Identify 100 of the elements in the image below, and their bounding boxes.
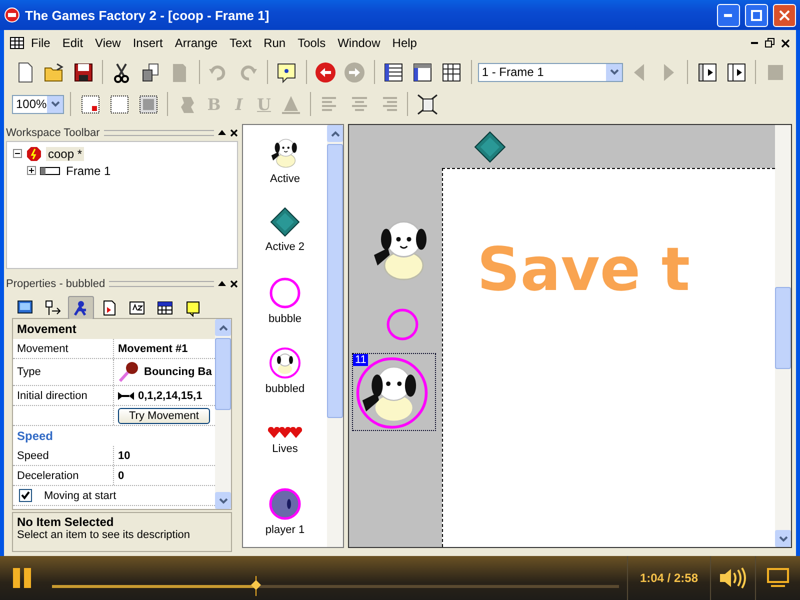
close-icon[interactable] bbox=[230, 280, 238, 288]
playback-time: 1:04 / 2:58 bbox=[626, 556, 710, 600]
scroll-down-button[interactable] bbox=[775, 530, 791, 547]
pause-icon bbox=[12, 567, 32, 589]
menu-item[interactable]: File bbox=[26, 34, 56, 52]
minus-icon bbox=[14, 150, 21, 157]
note-icon bbox=[184, 299, 202, 317]
maximize-icon bbox=[751, 10, 762, 20]
run-application-icon bbox=[724, 60, 748, 84]
object-label[interactable]: player 1 bbox=[265, 524, 305, 536]
hearts-icon bbox=[268, 427, 302, 440]
grid-menu-icon bbox=[10, 37, 24, 49]
diamond-icon bbox=[270, 207, 300, 238]
description-title: No Item Selected bbox=[17, 515, 115, 529]
timeline-handle[interactable] bbox=[250, 576, 262, 596]
minimize-icon[interactable] bbox=[751, 42, 759, 44]
property-label: Movement bbox=[13, 339, 114, 358]
collapse-up-icon[interactable] bbox=[218, 281, 226, 286]
screen-icon bbox=[767, 568, 789, 588]
panel-title: Workspace Toolbar bbox=[6, 126, 100, 138]
grid-view-icon bbox=[440, 60, 464, 84]
scrollbar-thumb[interactable] bbox=[327, 144, 343, 418]
frame-text: Save t bbox=[477, 235, 690, 305]
diamond-icon bbox=[474, 131, 506, 163]
property-label: Speed bbox=[13, 446, 114, 465]
app-logo-icon bbox=[4, 7, 20, 23]
property-label: Type bbox=[13, 359, 114, 385]
ring-icon bbox=[268, 276, 301, 309]
object-label[interactable]: bubble bbox=[268, 312, 302, 325]
menu-item[interactable]: Help bbox=[387, 34, 422, 52]
property-label: Initial direction bbox=[13, 386, 114, 405]
caret-up-icon bbox=[330, 130, 340, 136]
tree-item[interactable]: coop * bbox=[46, 146, 84, 160]
caret-icon bbox=[50, 101, 60, 107]
property-value[interactable]: Movement #1 bbox=[114, 342, 215, 354]
tree-item[interactable]: Frame 1 bbox=[64, 164, 113, 178]
menu-item[interactable]: Text bbox=[224, 34, 257, 52]
frame-dropdown[interactable]: 1 - Frame 1 bbox=[478, 62, 624, 82]
close-button[interactable] bbox=[773, 4, 796, 26]
ship-bubble-icon bbox=[268, 488, 301, 520]
maximize-button[interactable] bbox=[745, 4, 768, 26]
object-label[interactable]: Active bbox=[270, 173, 300, 186]
scrollbar-thumb[interactable] bbox=[215, 338, 231, 410]
dog-in-bubble-icon bbox=[269, 347, 301, 380]
instance-number: 11 bbox=[353, 354, 368, 366]
property-value[interactable]: 0 bbox=[114, 470, 215, 482]
try-movement-button[interactable]: Try Movement bbox=[118, 408, 210, 424]
close-icon[interactable] bbox=[781, 38, 790, 48]
expand-toggle[interactable] bbox=[27, 166, 36, 175]
collapse-toggle[interactable] bbox=[13, 149, 22, 158]
close-icon[interactable] bbox=[230, 128, 238, 136]
selection-box[interactable]: 11 bbox=[352, 353, 436, 431]
menu-item[interactable]: Insert bbox=[128, 34, 168, 52]
minimize-icon bbox=[724, 14, 733, 16]
scroll-up-button[interactable] bbox=[215, 319, 231, 336]
menu-item[interactable]: Edit bbox=[57, 34, 88, 52]
folder-icon bbox=[42, 60, 66, 84]
menu-item[interactable]: Window bbox=[332, 34, 386, 52]
list-view-icon bbox=[382, 60, 406, 84]
caret-icon bbox=[218, 498, 228, 504]
plus-icon bbox=[28, 167, 35, 174]
property-label: Deceleration bbox=[13, 466, 114, 485]
application-icon bbox=[26, 146, 42, 162]
object-label[interactable]: Active 2 bbox=[265, 241, 305, 254]
close-icon bbox=[779, 10, 790, 20]
caret-icon bbox=[610, 69, 619, 75]
minimize-button[interactable] bbox=[717, 4, 740, 26]
object-label[interactable]: Lives bbox=[272, 443, 298, 456]
checkbox-label: Moving at start bbox=[43, 490, 118, 502]
collapse-up-icon[interactable] bbox=[218, 130, 226, 135]
scrollbar-thumb[interactable] bbox=[775, 286, 791, 368]
menu-item[interactable]: View bbox=[90, 34, 126, 52]
zoom-dropdown[interactable]: 100% bbox=[12, 94, 64, 114]
speaker-icon bbox=[719, 567, 747, 589]
panel-view-icon bbox=[411, 60, 434, 84]
restore-icon[interactable] bbox=[765, 38, 775, 48]
menu-item[interactable]: Arrange bbox=[170, 34, 223, 52]
ball-icon bbox=[118, 361, 140, 383]
checkbox[interactable] bbox=[19, 489, 32, 502]
object-label[interactable]: bubbled bbox=[265, 383, 305, 396]
property-value[interactable]: Bouncing Ba bbox=[144, 366, 212, 378]
ring-icon bbox=[386, 308, 419, 341]
double-arrow-icon bbox=[118, 392, 134, 400]
section-heading: Speed bbox=[16, 428, 54, 445]
scroll-up-button[interactable] bbox=[327, 125, 343, 142]
scroll-down-button[interactable] bbox=[215, 492, 231, 509]
help-bubble-icon bbox=[275, 60, 298, 84]
frame-icon bbox=[40, 166, 60, 174]
window-title: The Games Factory 2 - [coop - Frame 1] bbox=[25, 8, 270, 22]
property-value[interactable]: 10 bbox=[114, 450, 215, 462]
fit-to-window-icon bbox=[416, 92, 438, 116]
description-text: Select an item to see its description bbox=[17, 529, 192, 541]
menu-item[interactable]: Tools bbox=[292, 34, 331, 52]
section-heading: Movement bbox=[13, 319, 215, 339]
property-tab[interactable] bbox=[68, 296, 94, 320]
property-value[interactable]: 0,1,2,14,15,1 bbox=[138, 390, 202, 402]
caret-up-icon bbox=[218, 324, 228, 330]
sort-icon bbox=[128, 299, 146, 317]
menu-item[interactable]: Run bbox=[258, 34, 291, 52]
arrows-icon bbox=[44, 299, 62, 317]
